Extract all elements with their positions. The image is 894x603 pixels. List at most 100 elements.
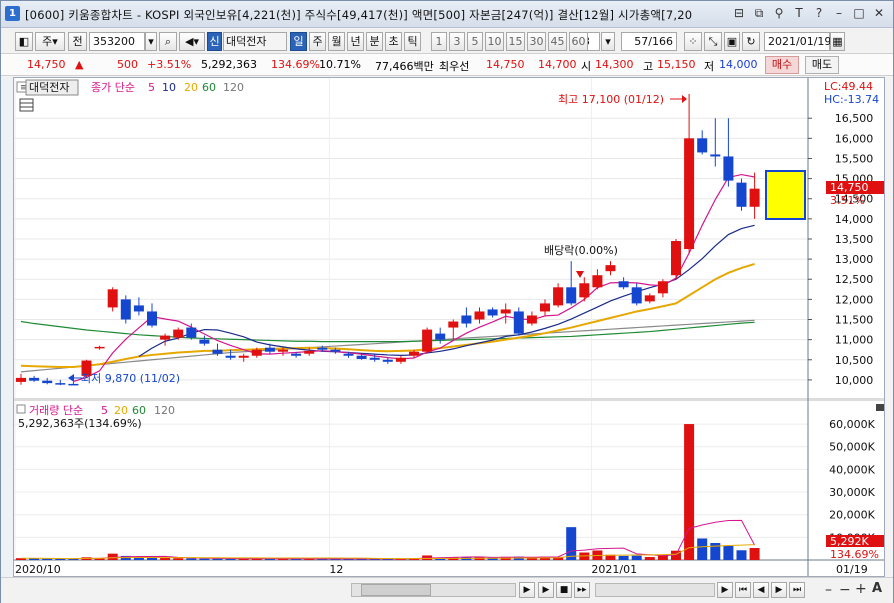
left-scroll-strip [1, 77, 13, 577]
chart-area[interactable]: 10,000 10,500 11,000 11,500 12,000 12,500 13,0… [13, 77, 885, 577]
restore-icon[interactable]: ⧉ [751, 5, 767, 21]
tile-icon[interactable]: ⊟ [731, 5, 747, 21]
candle-body [553, 287, 564, 306]
first-icon[interactable]: ⏮ [735, 582, 751, 598]
scroll-right-icon[interactable]: ▶ [519, 582, 535, 598]
candle-body [225, 355, 236, 358]
type-select[interactable]: 주▾ [35, 32, 65, 51]
table-view-icon[interactable] [19, 98, 34, 112]
interval-button-4[interactable]: 15 [506, 32, 525, 51]
candle-body [212, 349, 223, 354]
period-button-6[interactable]: 틱 [404, 32, 421, 51]
speed-icon[interactable]: ▸▸ [574, 582, 590, 598]
candle-body [710, 154, 721, 157]
period-button-5[interactable]: 초 [385, 32, 402, 51]
buy-button[interactable]: 매수 [765, 56, 799, 74]
volume-axis-labels: 10,000K20,000K30,000K40,000K50,000K60,00… [829, 418, 875, 544]
date-tick-label: 12 [329, 563, 343, 576]
candle-body [29, 377, 40, 381]
next-icon[interactable]: ▶ [771, 582, 787, 598]
candle-body [369, 357, 380, 360]
volume-bar [160, 557, 171, 560]
pane-separator[interactable] [14, 398, 884, 401]
interval-button-0[interactable]: 1 [431, 32, 447, 51]
turnover-rate: 10.71% [319, 58, 361, 71]
low-price: 14,000 [719, 58, 758, 71]
help-icon[interactable]: ? [811, 5, 827, 21]
volume-rate: 134.69% [271, 58, 320, 71]
legend-ma60: 60 [202, 81, 216, 94]
volume-legend-toggle-icon[interactable] [16, 404, 26, 414]
legend-ma20: 20 [184, 81, 198, 94]
font-size-icon[interactable]: T [791, 5, 807, 21]
chart-svg[interactable]: 10,000 10,500 11,000 11,500 12,000 12,500 13,0… [14, 78, 884, 576]
price-change-rate: +3.51% [147, 58, 192, 71]
prev-icon[interactable]: ◀ [753, 582, 769, 598]
candle-body [684, 138, 695, 250]
period-button-1[interactable]: 주 [309, 32, 326, 51]
zoom-in-icon[interactable]: + [855, 581, 867, 597]
best-bid-label: 최우선 [439, 60, 470, 73]
sound-icon[interactable]: ◀▾ [179, 32, 205, 51]
zoom-out-icon[interactable]: – [825, 582, 832, 598]
title-buttons: ⊟ ⧉ ⚲ T ? – □ ✕ [731, 5, 887, 21]
volume-bar [697, 538, 708, 560]
candle-body [238, 355, 249, 358]
page-count-input[interactable]: 57/166 [621, 32, 677, 51]
scrollbar-thumb[interactable] [361, 584, 431, 596]
candle-body [671, 241, 681, 276]
pin-icon[interactable]: ⚲ [771, 5, 787, 21]
maximize-icon[interactable]: □ [851, 5, 867, 21]
candle-body [147, 311, 157, 326]
volume-pane-close-icon[interactable] [876, 404, 884, 411]
auto-scale-icon[interactable]: A [872, 581, 882, 596]
interval-button-6[interactable]: 45 [548, 32, 567, 51]
play-icon[interactable]: ▶ [538, 582, 554, 598]
stock-code-input[interactable]: 353200 [89, 32, 145, 51]
zoom-reset-icon[interactable]: − [839, 582, 851, 598]
volume-bar [199, 558, 210, 560]
date-input[interactable]: 2021/01/19 [764, 32, 831, 51]
period-button-0[interactable]: 일 [290, 32, 307, 51]
interval-button-7[interactable]: 60 [569, 32, 588, 51]
candle-body [199, 339, 210, 344]
panel-toggle-icon[interactable]: ◧ [15, 32, 33, 51]
code-dropdown-icon[interactable]: ▾ [145, 32, 157, 51]
low-annotation: 최저 9,870 (11/02) [81, 372, 180, 385]
last-icon[interactable]: ⏭ [789, 582, 805, 598]
volume-legend-ma20: 20 [114, 404, 128, 417]
price-tick-label: 16,000 [835, 132, 874, 145]
interval-button-5[interactable]: 30 [527, 32, 546, 51]
grid-icon[interactable]: ⁘ [684, 32, 702, 51]
speed-slider[interactable] [595, 583, 715, 597]
speed-end-icon[interactable]: ▶ [717, 582, 733, 598]
save-icon[interactable]: ▣ [724, 32, 740, 51]
candle-body [566, 287, 577, 304]
calendar-icon[interactable]: ▦ [830, 32, 845, 51]
refresh-icon[interactable]: ↻ [742, 32, 760, 51]
new-listing-badge: 신 [207, 32, 222, 51]
interval-button-1[interactable]: 3 [449, 32, 465, 51]
period-button-3[interactable]: 년 [347, 32, 364, 51]
ruler-icon[interactable]: ⤡ [704, 32, 722, 51]
stop-icon[interactable]: ■ [556, 582, 572, 598]
search-icon[interactable]: ⌕ [159, 32, 177, 51]
candle-body [291, 353, 302, 356]
close-icon[interactable]: ✕ [871, 5, 887, 21]
period-button-2[interactable]: 월 [328, 32, 345, 51]
yellow-marker-box[interactable] [765, 170, 806, 220]
prev-button[interactable]: 전 [68, 32, 87, 51]
sell-button[interactable]: 매도 [805, 56, 839, 74]
interval-dropdown-icon[interactable]: ▾ [601, 32, 615, 51]
minimize-icon[interactable]: – [831, 5, 847, 21]
volume-bar [749, 548, 760, 560]
candle-body [579, 283, 590, 298]
interval-button-3[interactable]: 10 [485, 32, 504, 51]
period-button-4[interactable]: 분 [366, 32, 383, 51]
type-select-label: 주 [42, 35, 53, 48]
interval-button-2[interactable]: 5 [467, 32, 483, 51]
current-volume-rate-text: 134.69% [830, 548, 879, 561]
candle-body [513, 311, 524, 334]
candle-body [278, 349, 288, 352]
price-tick-label: 16,500 [835, 112, 874, 125]
